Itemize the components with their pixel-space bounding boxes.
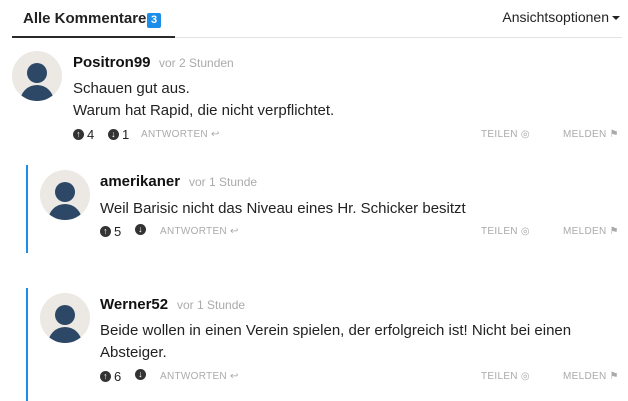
- upvote-count: 6: [114, 369, 122, 384]
- arrow-down-circle-icon: ↓: [135, 369, 146, 380]
- comment-body-line: Beide wollen in einen Verein spielen, de…: [100, 322, 572, 339]
- eye-icon: ◎: [520, 371, 530, 382]
- comment: Werner52 vor 1 Stunde Beide wollen in ei…: [0, 0, 628, 401]
- comment-body-line: Absteiger.: [100, 344, 167, 361]
- arrow-up-circle-icon: ↑: [100, 371, 111, 382]
- reply-button[interactable]: ANTWORTEN ↩: [160, 371, 239, 382]
- comment-body: Beide wollen in einen Verein spielen, de…: [100, 320, 620, 364]
- reply-label: ANTWORTEN: [160, 371, 227, 382]
- comment-actions: ↑ 6 ↓ ANTWORTEN ↩ TEILEN ◎ MELDEN ⚑: [100, 369, 623, 385]
- share-button[interactable]: TEILEN ◎: [481, 371, 530, 382]
- report-label: MELDEN: [563, 371, 607, 382]
- share-label: TEILEN: [481, 371, 518, 382]
- report-button[interactable]: MELDEN ⚑: [563, 371, 619, 382]
- downvote-button[interactable]: ↓: [135, 369, 149, 380]
- upvote-button[interactable]: ↑ 6: [100, 369, 122, 384]
- avatar[interactable]: [40, 293, 90, 343]
- reply-arrow-icon: ↩: [229, 371, 239, 382]
- comment-author[interactable]: Werner52: [100, 296, 168, 313]
- comment-time: vor 1 Stunde: [177, 298, 246, 312]
- flag-icon: ⚑: [609, 371, 619, 382]
